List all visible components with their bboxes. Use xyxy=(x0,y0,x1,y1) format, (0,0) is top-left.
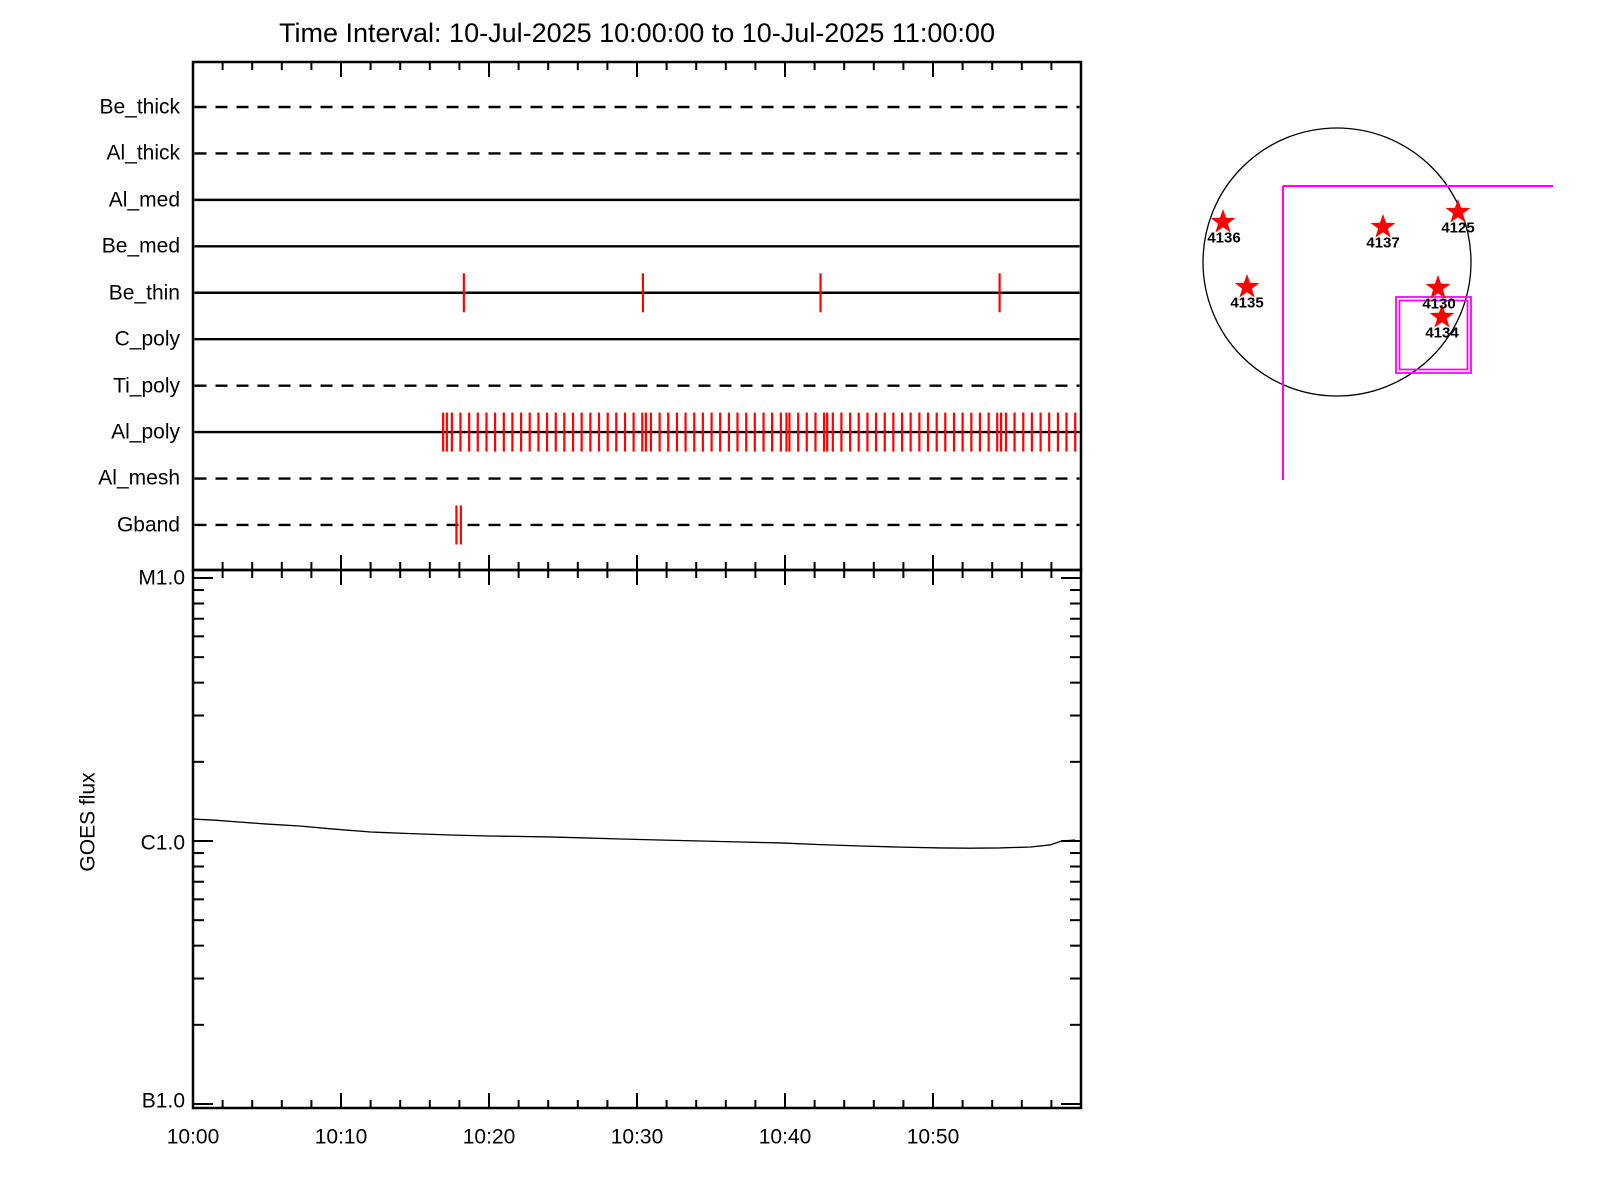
xtick-label-1010: 10:10 xyxy=(315,1126,368,1149)
goes-flux-axis-title: GOES flux xyxy=(77,772,100,872)
active-region-label-4130: 4130 xyxy=(1422,296,1455,313)
xtick-label-1020: 10:20 xyxy=(463,1126,516,1149)
xtick-label-1040: 10:40 xyxy=(759,1126,812,1149)
active-region-label-4136: 4136 xyxy=(1207,230,1240,247)
xtick-label-1050: 10:50 xyxy=(907,1126,960,1149)
solar-limb-circle xyxy=(1202,127,1472,397)
active-region-label-4134: 4134 xyxy=(1425,325,1459,342)
goes-flux-curve xyxy=(192,818,1076,849)
filter-label-gband: Gband xyxy=(117,514,180,537)
filter-label-ti-poly: Ti_poly xyxy=(113,375,180,398)
xtick-label-1000: 10:00 xyxy=(167,1126,220,1149)
active-region-label-4135: 4135 xyxy=(1230,295,1263,312)
xrt-timeline-figure: Time Interval: 10-Jul-2025 10:00:00 to 1… xyxy=(0,0,1600,1200)
active-region-label-4125: 4125 xyxy=(1441,220,1474,237)
filter-label-al-thick: Al_thick xyxy=(106,142,180,165)
active-region-label-4137: 4137 xyxy=(1366,235,1399,252)
goes-curve-group xyxy=(192,818,1076,849)
figure-svg: Time Interval: 10-Jul-2025 10:00:00 to 1… xyxy=(77,18,1553,1149)
filter-label-al-mesh: Al_mesh xyxy=(98,467,180,490)
flux-axis-ticks-group xyxy=(193,577,1081,1105)
filter-label-al-poly: Al_poly xyxy=(111,421,180,444)
filter-label-be-med: Be_med xyxy=(102,235,180,258)
filter-label-be-thin: Be_thin xyxy=(109,282,180,305)
filter-rows-group xyxy=(194,105,1080,545)
ytick-label-c1: C1.0 xyxy=(141,832,185,855)
ytick-label-b1: B1.0 xyxy=(142,1090,185,1113)
filter-label-al-med: Al_med xyxy=(109,189,180,212)
figure-title: Time Interval: 10-Jul-2025 10:00:00 to 1… xyxy=(279,18,995,48)
xtick-label-1030: 10:30 xyxy=(611,1126,664,1149)
filter-label-be-thick: Be_thick xyxy=(99,96,180,119)
filter-label-c-poly: C_poly xyxy=(115,328,181,351)
time-axis-ticks-group xyxy=(221,62,1053,1108)
ytick-label-m1: M1.0 xyxy=(138,567,185,590)
filter-panel-frame xyxy=(191,60,1083,572)
